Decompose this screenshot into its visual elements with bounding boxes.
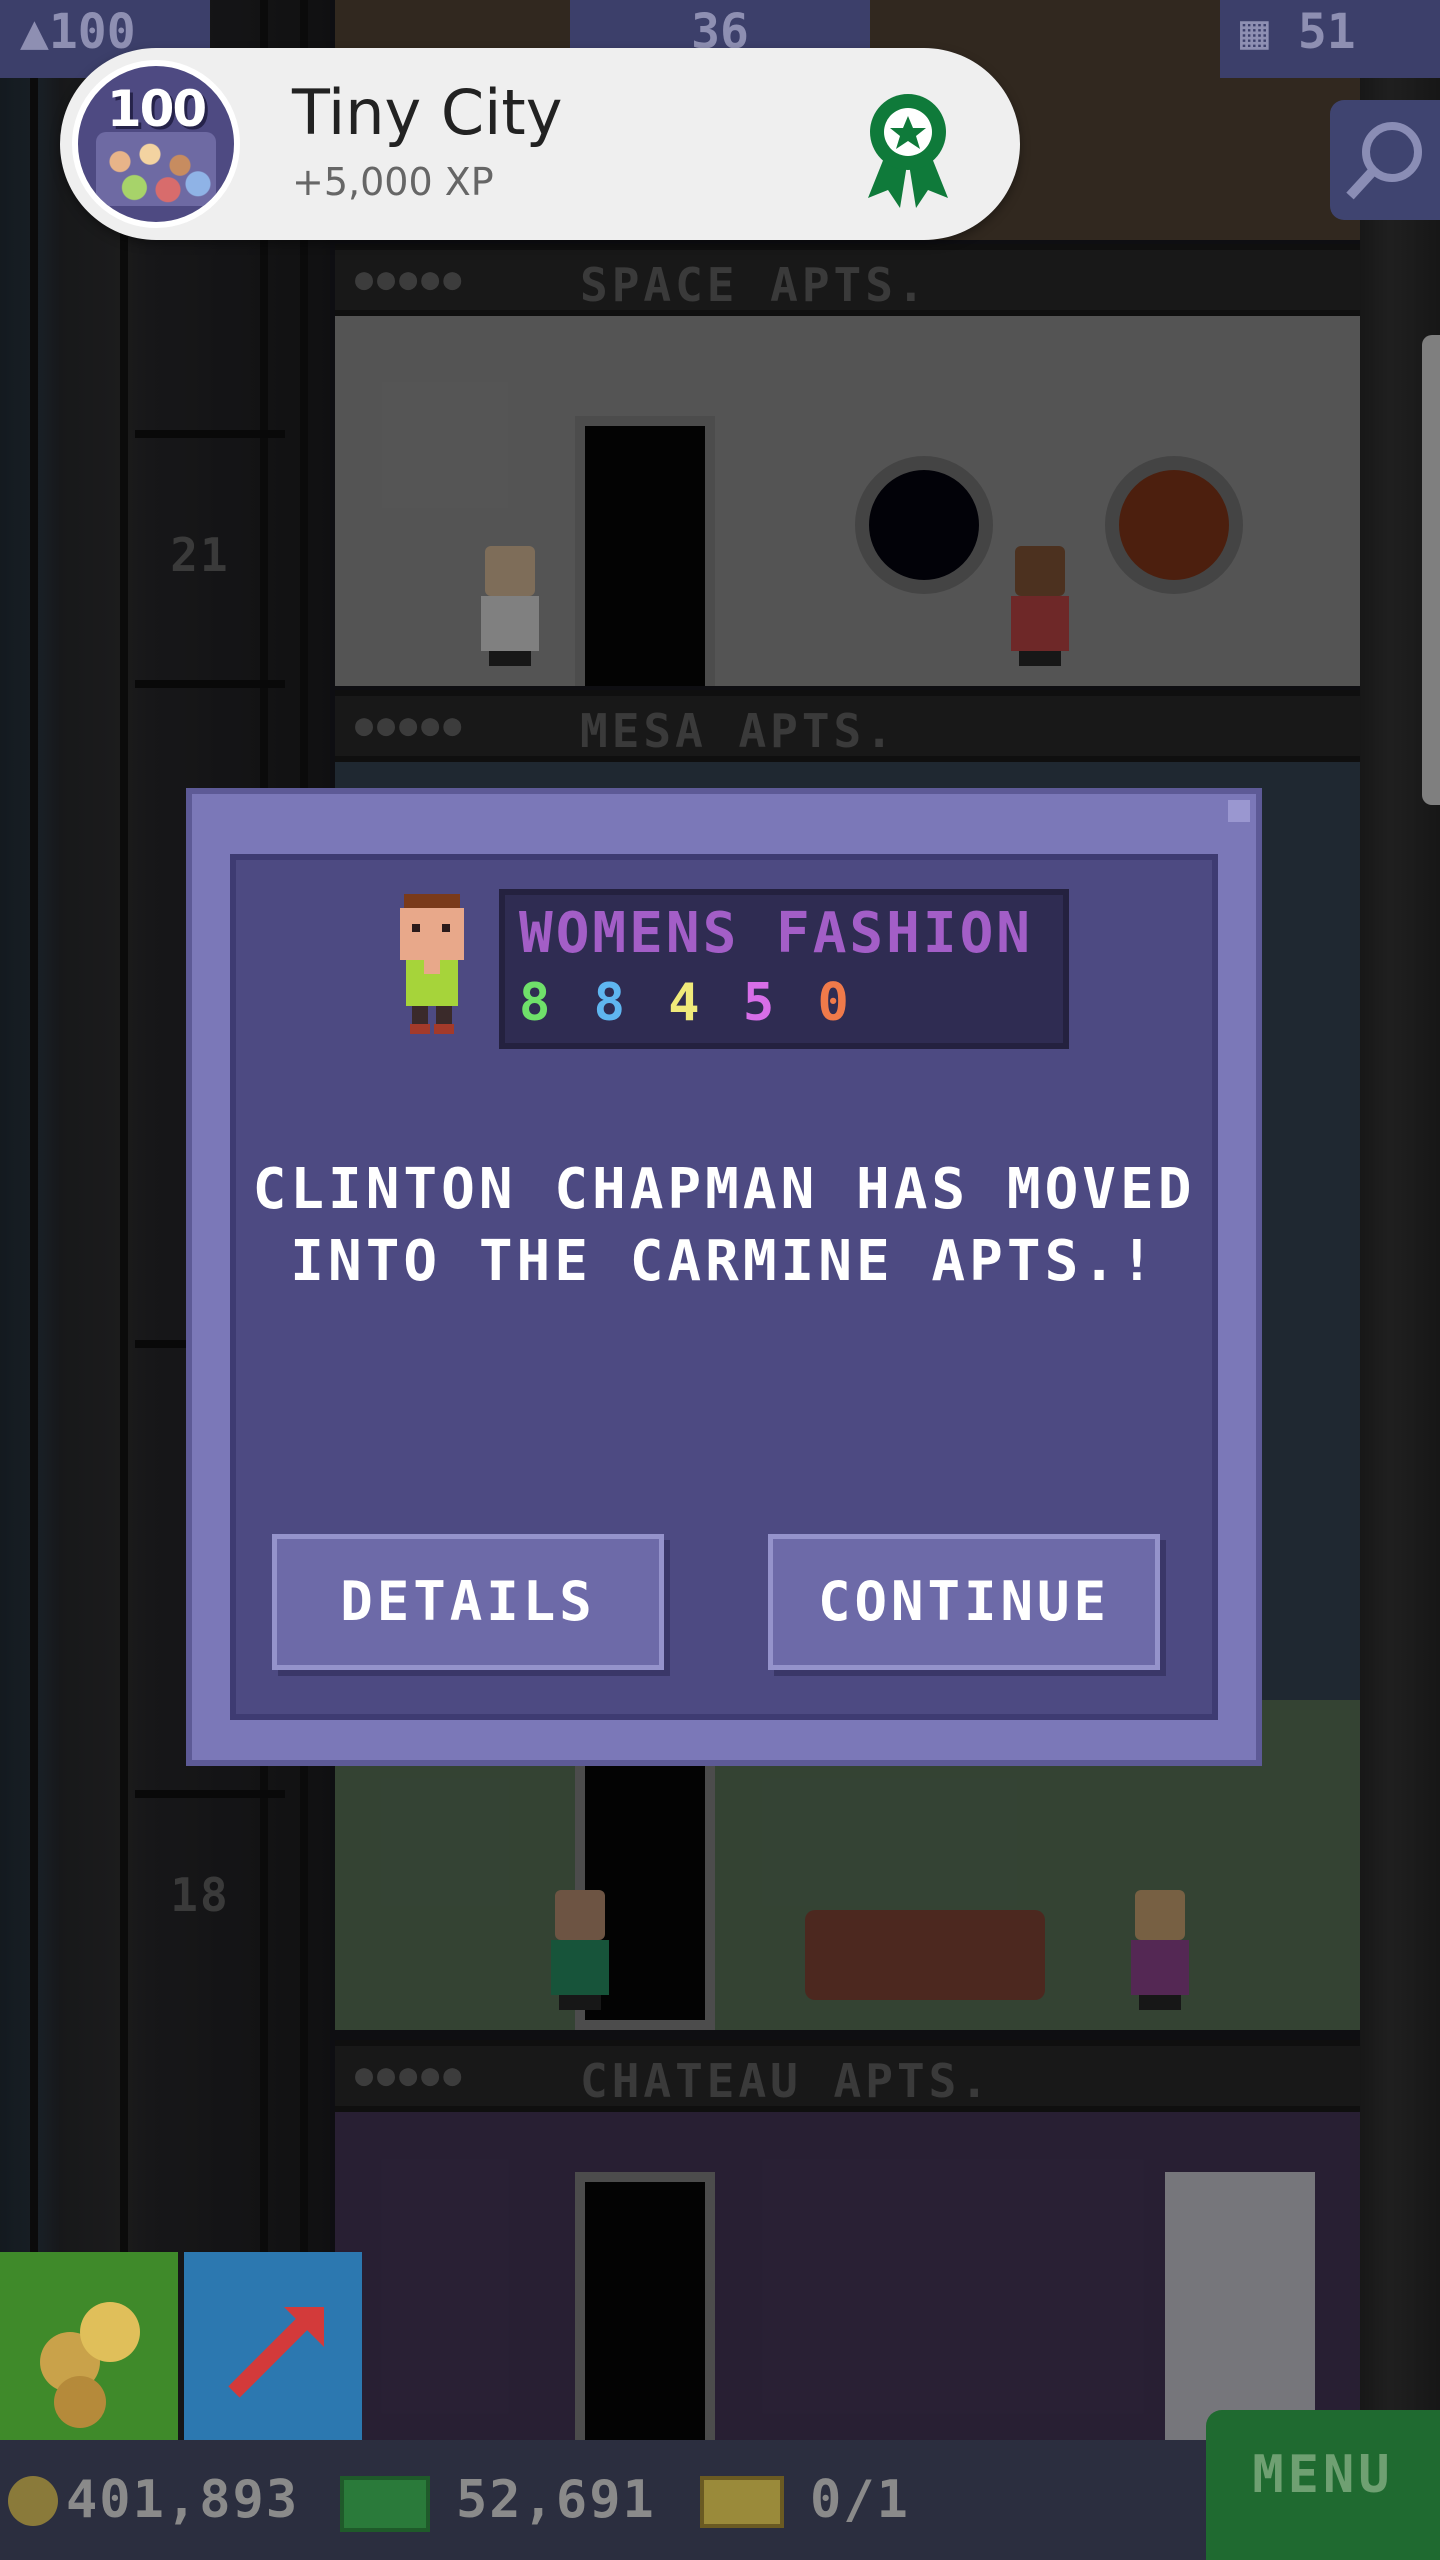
- details-button[interactable]: DETAILS: [272, 1534, 664, 1670]
- coin-icon: [8, 2476, 58, 2526]
- resident-sprite[interactable]: [1005, 546, 1075, 666]
- floor-label-space: ●●●●● SPACE APTS.: [335, 244, 1360, 316]
- population-dots: ●●●●●: [355, 708, 466, 743]
- menu-button[interactable]: MENU: [1206, 2410, 1440, 2560]
- floor-chateau-apts[interactable]: [335, 2112, 1360, 2442]
- scroll-handle[interactable]: [1422, 335, 1440, 805]
- shaft-divider: [30, 0, 38, 2440]
- continue-button[interactable]: CONTINUE: [768, 1534, 1160, 1670]
- store-info: WOMENS FASHION 8 8 4 5 0: [499, 889, 1069, 1049]
- resident-avatar: [400, 894, 464, 1034]
- achievement-badge: 100: [72, 60, 240, 228]
- skill-digit: 0: [817, 973, 855, 1033]
- achievement-ribbon-icon: [868, 94, 948, 208]
- skill-digit: 8: [593, 973, 631, 1033]
- stories-value: 51: [1297, 4, 1356, 60]
- badge-number: 100: [106, 80, 207, 138]
- crowd-icon: [96, 132, 216, 206]
- resident-skill-digits: 8 8 4 5 0: [519, 973, 855, 1033]
- skill-digit: 4: [668, 973, 706, 1033]
- floor-name: SPACE APTS.: [580, 258, 929, 312]
- population-dots: ●●●●●: [355, 2058, 466, 2093]
- building-icon: ▦: [1240, 4, 1269, 60]
- elevator-rail: [135, 1790, 285, 1798]
- resident-sprite[interactable]: [1125, 1890, 1195, 2010]
- dialog-corner: [1228, 800, 1250, 822]
- floor-number: 18: [170, 1868, 230, 1922]
- bux-icon: [340, 2476, 430, 2532]
- cabinet: [1165, 2172, 1315, 2442]
- toast-subtitle: +5,000 XP: [292, 160, 494, 204]
- floor-number: 21: [170, 528, 230, 582]
- toast-title: Tiny City: [292, 76, 563, 149]
- resident-sprite[interactable]: [545, 1890, 615, 2010]
- arrow-up-right-icon: [228, 2307, 324, 2398]
- population-dots: ●●●●●: [355, 262, 466, 297]
- resident-sprite[interactable]: [475, 546, 545, 666]
- apartment-door: [575, 416, 715, 686]
- bux-value: 52,691: [456, 2470, 656, 2530]
- population-value: 100: [48, 4, 136, 60]
- person-icon: ▲: [20, 4, 49, 60]
- search-button[interactable]: [1330, 100, 1440, 220]
- floor-name: CHATEAU APTS.: [580, 2054, 993, 2108]
- stories-counter[interactable]: ▦ 51: [1220, 0, 1440, 78]
- floor-label-mesa: ●●●●● MESA APTS.: [335, 690, 1360, 762]
- tickets-value: 0/1: [810, 2470, 910, 2530]
- coins-value: 401,893: [66, 2470, 300, 2530]
- skill-digit: 8: [519, 973, 557, 1033]
- coins-icon: [40, 2302, 140, 2428]
- elevator-up-button[interactable]: [184, 2252, 362, 2440]
- floor-label-chateau: ●●●●● CHATEAU APTS.: [335, 2040, 1360, 2112]
- elevator-rail: [135, 680, 285, 688]
- ticket-icon: [700, 2476, 784, 2528]
- sofa: [805, 1910, 1045, 2000]
- porthole-window: [1105, 456, 1243, 594]
- porthole-window: [855, 456, 993, 594]
- achievement-toast[interactable]: 100 Tiny City +5,000 XP: [60, 48, 1020, 240]
- move-in-dialog: WOMENS FASHION 8 8 4 5 0 CLINTON CHAPMAN…: [192, 794, 1256, 1760]
- dialog-message: CLINTON CHAPMAN HAS MOVED INTO THE CARMI…: [252, 1157, 1196, 1294]
- magnifier-icon: [1346, 122, 1422, 200]
- floor-space-apts[interactable]: [335, 316, 1360, 686]
- skill-digit: 5: [742, 973, 781, 1033]
- store-name: WOMENS FASHION: [519, 901, 1034, 966]
- shaft-divider: [120, 0, 128, 2440]
- coins-action-button[interactable]: [0, 2252, 178, 2440]
- apartment-door: [575, 2172, 715, 2442]
- floor-name: MESA APTS.: [580, 704, 897, 758]
- elevator-rail: [135, 430, 285, 438]
